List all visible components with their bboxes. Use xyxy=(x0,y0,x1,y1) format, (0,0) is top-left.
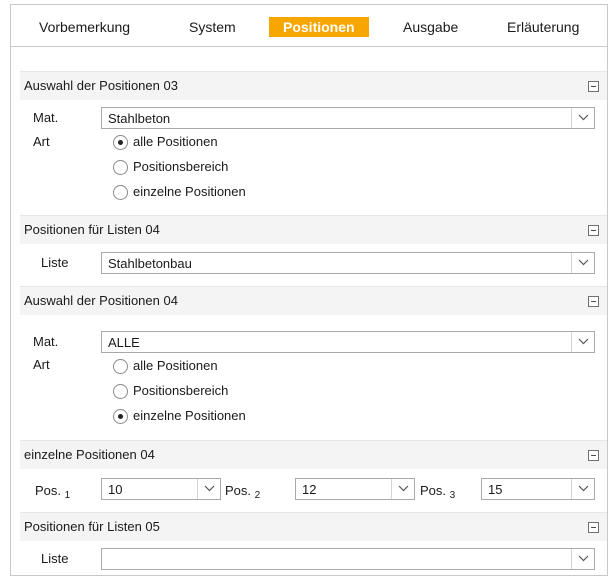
dropdown-button[interactable] xyxy=(571,479,594,499)
dialog-frame: Vorbemerkung System Positionen Ausgabe E… xyxy=(10,4,608,576)
chevron-down-icon xyxy=(578,485,589,492)
radio-positionsbereich-03[interactable]: Positionsbereich xyxy=(113,158,313,176)
radio-label: alle Positionen xyxy=(133,358,218,373)
liste-label: Liste xyxy=(41,551,69,566)
radio-label: einzelne Positionen xyxy=(133,184,246,199)
pos-select-3[interactable]: 15 xyxy=(481,478,595,500)
dropdown-button[interactable] xyxy=(571,253,594,273)
pos-label-1: Pos. 1 xyxy=(35,483,71,501)
chevron-down-icon xyxy=(204,485,215,492)
radio-alle-positionen-03[interactable]: alle Positionen xyxy=(113,133,313,151)
mat-select-03[interactable]: Stahlbeton xyxy=(101,107,595,129)
radio-checked-icon xyxy=(113,135,128,150)
select-value: ALLE xyxy=(108,335,140,350)
radio-einzelne-positionen-04[interactable]: einzelne Positionen xyxy=(113,407,313,425)
dropdown-button[interactable] xyxy=(571,549,594,569)
tab-ausgabe[interactable]: Ausgabe xyxy=(389,17,472,37)
dropdown-button[interactable] xyxy=(571,332,594,352)
pos-select-2[interactable]: 12 xyxy=(295,478,415,500)
radio-label: Positionsbereich xyxy=(133,383,229,398)
section-title: Auswahl der Positionen 03 xyxy=(24,78,178,93)
pos-label-3: Pos. 3 xyxy=(420,483,456,501)
dropdown-button[interactable] xyxy=(571,108,594,128)
radio-einzelne-positionen-03[interactable]: einzelne Positionen xyxy=(113,183,313,201)
select-value: 15 xyxy=(488,482,503,497)
mat-label: Mat. xyxy=(33,110,59,125)
section-header-auswahl-03: Auswahl der Positionen 03 xyxy=(20,71,607,100)
collapse-minus-icon[interactable] xyxy=(588,225,599,236)
collapse-minus-icon[interactable] xyxy=(588,296,599,307)
section-header-listen-05: Positionen für Listen 05 xyxy=(20,512,607,541)
select-value: 10 xyxy=(108,482,123,497)
section-header-listen-04: Positionen für Listen 04 xyxy=(20,215,607,244)
chevron-down-icon xyxy=(578,555,589,562)
radio-alle-positionen-04[interactable]: alle Positionen xyxy=(113,357,313,375)
pos-select-1[interactable]: 10 xyxy=(101,478,221,500)
tab-erlaeuterung[interactable]: Erläuterung xyxy=(493,17,593,37)
section-title: einzelne Positionen 04 xyxy=(24,447,155,462)
radio-label: Positionsbereich xyxy=(133,159,229,174)
dropdown-button[interactable] xyxy=(391,479,414,499)
mat-label: Mat. xyxy=(33,334,59,349)
dropdown-button[interactable] xyxy=(197,479,220,499)
collapse-minus-icon[interactable] xyxy=(588,450,599,461)
radio-label: alle Positionen xyxy=(133,134,218,149)
collapse-minus-icon[interactable] xyxy=(588,522,599,533)
radio-label: einzelne Positionen xyxy=(133,408,246,423)
radio-unchecked-icon xyxy=(113,185,128,200)
radio-unchecked-icon xyxy=(113,359,128,374)
art-label: Art xyxy=(33,357,50,372)
select-value: Stahlbeton xyxy=(108,111,171,126)
radio-unchecked-icon xyxy=(113,384,128,399)
tab-vorbemerkung[interactable]: Vorbemerkung xyxy=(25,17,144,37)
radio-checked-icon xyxy=(113,409,128,424)
liste-label: Liste xyxy=(41,255,69,270)
tab-bar: Vorbemerkung System Positionen Ausgabe E… xyxy=(11,5,607,47)
chevron-down-icon xyxy=(578,259,589,266)
collapse-minus-icon[interactable] xyxy=(588,81,599,92)
radio-positionsbereich-04[interactable]: Positionsbereich xyxy=(113,382,313,400)
chevron-down-icon xyxy=(578,114,589,121)
tab-positionen[interactable]: Positionen xyxy=(269,17,369,37)
mat-select-04[interactable]: ALLE xyxy=(101,331,595,353)
section-title: Auswahl der Positionen 04 xyxy=(24,293,178,308)
select-value: 12 xyxy=(302,482,317,497)
liste-select-05[interactable] xyxy=(101,548,595,570)
art-label: Art xyxy=(33,134,50,149)
chevron-down-icon xyxy=(578,338,589,345)
chevron-down-icon xyxy=(398,485,409,492)
section-header-einzelne-04: einzelne Positionen 04 xyxy=(20,440,607,469)
section-title: Positionen für Listen 04 xyxy=(24,222,160,237)
pos-label-2: Pos. 2 xyxy=(225,483,261,501)
liste-select-04[interactable]: Stahlbetonbau xyxy=(101,252,595,274)
section-title: Positionen für Listen 05 xyxy=(24,519,160,534)
radio-unchecked-icon xyxy=(113,160,128,175)
select-value: Stahlbetonbau xyxy=(108,256,192,271)
tab-system[interactable]: System xyxy=(175,17,250,37)
section-header-auswahl-04: Auswahl der Positionen 04 xyxy=(20,286,607,315)
